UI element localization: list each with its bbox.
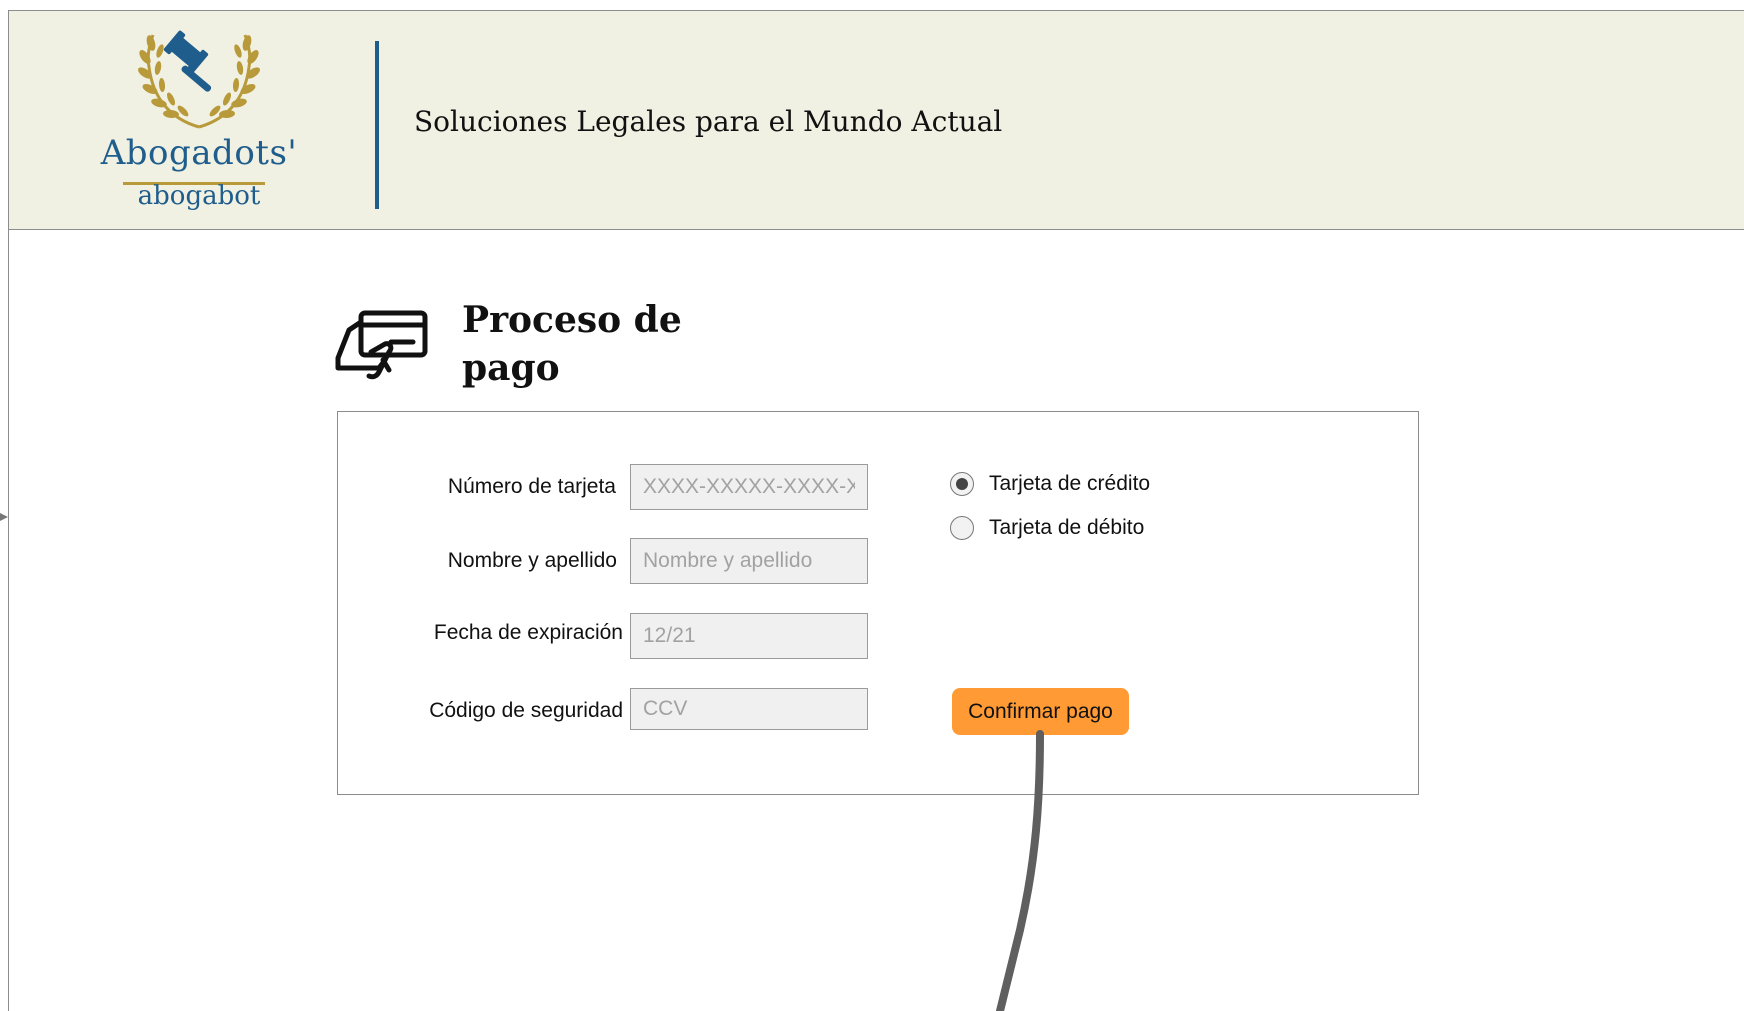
full-name-label: Nombre y apellido <box>447 549 617 572</box>
brand-logo[interactable]: Abogadots' abogabot <box>79 29 319 219</box>
site-header: Abogadots' abogabot Soluciones Legales p… <box>9 11 1744 230</box>
radio-debit-label: Tarjeta de débito <box>989 516 1145 539</box>
logo-name: Abogadots' <box>100 133 298 173</box>
card-number-label: Número de tarjeta <box>447 475 616 498</box>
full-name-input[interactable] <box>630 538 868 584</box>
logo-subtitle: abogabot <box>137 181 261 211</box>
radio-button-selected[interactable] <box>950 472 974 496</box>
radio-debit-card[interactable]: Tarjeta de débito <box>950 516 1144 540</box>
gavel-laurel-icon <box>138 30 260 129</box>
radio-credit-card[interactable]: Tarjeta de crédito <box>950 472 1150 496</box>
card-number-input[interactable] <box>630 464 868 510</box>
payment-form-panel: Número de tarjeta Nombre y apellido Fech… <box>337 411 1419 795</box>
security-code-input[interactable] <box>630 688 868 730</box>
header-divider <box>375 41 379 209</box>
page-title: Proceso de pago <box>462 299 682 389</box>
header-tagline: Soluciones Legales para el Mundo Actual <box>414 105 1003 138</box>
expiry-input[interactable] <box>630 613 868 659</box>
left-connector-tick <box>0 513 8 521</box>
security-code-label: Código de seguridad <box>429 699 623 722</box>
radio-credit-label: Tarjeta de crédito <box>989 472 1151 495</box>
radio-dot <box>956 478 968 490</box>
radio-button[interactable] <box>950 516 974 540</box>
card-payment-icon <box>335 310 428 380</box>
expiry-label: Fecha de expiración <box>433 621 623 644</box>
confirm-payment-button[interactable]: Confirmar pago <box>952 688 1129 735</box>
